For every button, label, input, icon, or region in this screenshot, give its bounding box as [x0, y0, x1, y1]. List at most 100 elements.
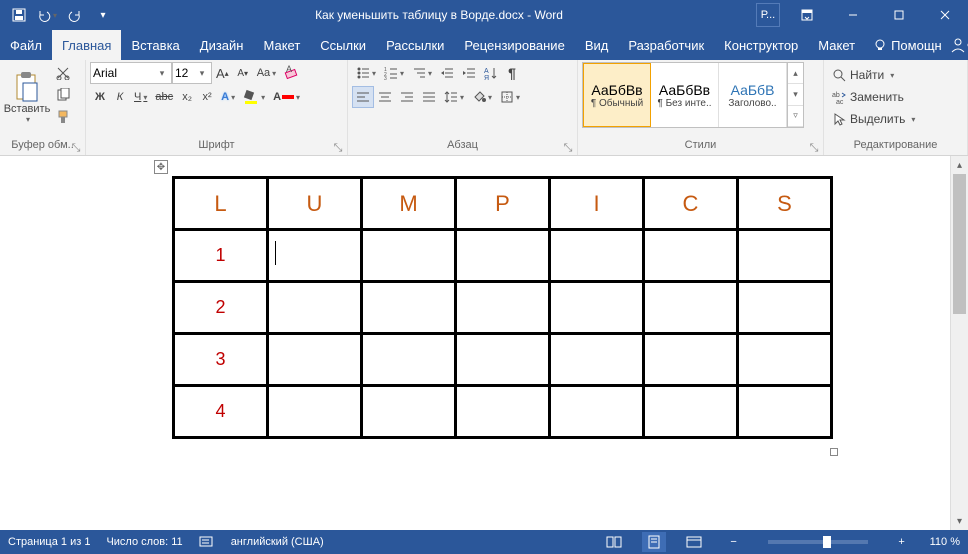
format-painter-button[interactable] — [52, 106, 74, 128]
table-cell[interactable] — [362, 230, 456, 282]
close-button[interactable] — [922, 0, 968, 30]
table-cell[interactable] — [456, 230, 550, 282]
maximize-button[interactable] — [876, 0, 922, 30]
style-heading1[interactable]: АаБбВЗаголово.. — [719, 63, 787, 127]
status-page[interactable]: Страница 1 из 1 — [8, 536, 90, 548]
table-cell[interactable] — [644, 230, 738, 282]
find-button[interactable]: Найти▾ — [828, 64, 928, 86]
superscript-button[interactable]: x² — [197, 86, 217, 108]
tab-home[interactable]: Главная — [52, 30, 121, 60]
borders-button[interactable]: ▾ — [496, 86, 524, 108]
table-cell[interactable] — [268, 386, 362, 438]
grow-font-button[interactable]: A▴ — [212, 62, 233, 84]
clear-formatting-button[interactable]: A — [280, 62, 304, 84]
show-marks-button[interactable]: ¶ — [502, 62, 522, 84]
styles-gallery[interactable]: АаБбВв¶ Обычный АаБбВв¶ Без инте.. АаБбВ… — [582, 62, 804, 128]
ribbon-display-button[interactable] — [784, 0, 830, 30]
table-cell[interactable]: I — [550, 178, 644, 230]
style-normal[interactable]: АаБбВв¶ Обычный — [583, 63, 651, 127]
shading-button[interactable]: ▾ — [468, 86, 496, 108]
tab-layout[interactable]: Макет — [253, 30, 310, 60]
table-cell[interactable]: C — [644, 178, 738, 230]
document-page[interactable]: ✥ L U M P I C S 1 2 3 4 — [0, 156, 950, 530]
tab-file[interactable]: Файл — [0, 30, 52, 60]
table-cell[interactable] — [456, 386, 550, 438]
zoom-thumb[interactable] — [823, 536, 831, 548]
status-word-count[interactable]: Число слов: 11 — [106, 536, 182, 548]
font-dialog-launcher[interactable]: ⤡ — [331, 141, 345, 155]
line-spacing-button[interactable]: ▾ — [440, 86, 468, 108]
web-layout-button[interactable] — [682, 532, 706, 552]
tab-review[interactable]: Рецензирование — [454, 30, 574, 60]
table-cell[interactable]: 2 — [174, 282, 268, 334]
table-cell[interactable] — [644, 386, 738, 438]
table-cell[interactable] — [362, 386, 456, 438]
styles-expand[interactable]: ▿ — [788, 106, 803, 127]
undo-button[interactable]: ▾ — [34, 2, 60, 28]
align-center-button[interactable] — [374, 86, 396, 108]
table-cell[interactable]: 3 — [174, 334, 268, 386]
table-cell[interactable]: 4 — [174, 386, 268, 438]
table-cell[interactable]: S — [738, 178, 832, 230]
table-cell[interactable] — [644, 334, 738, 386]
table-cell[interactable]: U — [268, 178, 362, 230]
select-button[interactable]: Выделить▾ — [828, 108, 928, 130]
underline-button[interactable]: Ч▾ — [130, 86, 151, 108]
table-cell[interactable] — [738, 230, 832, 282]
scroll-up-button[interactable]: ▴ — [951, 156, 968, 174]
paragraph-dialog-launcher[interactable]: ⤡ — [561, 141, 575, 155]
table-row[interactable]: 3 — [174, 334, 832, 386]
tab-view[interactable]: Вид — [575, 30, 619, 60]
sort-button[interactable]: AЯ — [480, 62, 502, 84]
tab-design[interactable]: Дизайн — [190, 30, 254, 60]
vertical-scrollbar[interactable]: ▴ ▾ — [950, 156, 968, 530]
styles-scroll-down[interactable]: ▾ — [788, 84, 803, 105]
table-cell[interactable] — [456, 334, 550, 386]
read-mode-button[interactable] — [602, 532, 626, 552]
qat-customize-button[interactable]: ▾ — [90, 2, 116, 28]
zoom-in-button[interactable]: + — [890, 532, 914, 552]
table-cell[interactable] — [644, 282, 738, 334]
tab-table-layout[interactable]: Макет — [808, 30, 865, 60]
increase-indent-button[interactable] — [458, 62, 480, 84]
tab-mailings[interactable]: Рассылки — [376, 30, 454, 60]
table-cell[interactable] — [550, 334, 644, 386]
table-row[interactable]: 2 — [174, 282, 832, 334]
table-cell[interactable] — [550, 282, 644, 334]
font-size-combo[interactable]: 12▾ — [172, 62, 212, 84]
font-name-combo[interactable]: Arial▾ — [90, 62, 172, 84]
scroll-track[interactable] — [951, 174, 968, 512]
table-cell[interactable] — [362, 334, 456, 386]
status-language[interactable]: английский (США) — [231, 536, 324, 548]
save-button[interactable] — [6, 2, 32, 28]
table-cell[interactable]: M — [362, 178, 456, 230]
table-cell[interactable]: P — [456, 178, 550, 230]
tab-developer[interactable]: Разработчик — [618, 30, 714, 60]
numbering-button[interactable]: 123▾ — [380, 62, 408, 84]
tell-me-search[interactable]: Помощн — [865, 38, 950, 53]
decrease-indent-button[interactable] — [436, 62, 458, 84]
clipboard-dialog-launcher[interactable]: ⤡ — [69, 141, 83, 155]
text-effects-button[interactable]: A▾ — [217, 86, 239, 108]
italic-button[interactable]: К — [110, 86, 130, 108]
styles-dialog-launcher[interactable]: ⤡ — [807, 141, 821, 155]
paste-button[interactable]: Вставить ▾ — [4, 62, 50, 132]
table-cell[interactable] — [738, 334, 832, 386]
table-cell[interactable] — [268, 230, 362, 282]
change-case-button[interactable]: Aa▾ — [253, 62, 280, 84]
table-move-handle[interactable]: ✥ — [154, 160, 168, 174]
style-no-spacing[interactable]: АаБбВв¶ Без инте.. — [651, 63, 719, 127]
highlight-button[interactable]: ▾ — [239, 86, 269, 108]
table-cell[interactable] — [268, 282, 362, 334]
tab-insert[interactable]: Вставка — [121, 30, 189, 60]
bold-button[interactable]: Ж — [90, 86, 110, 108]
tab-table-design[interactable]: Конструктор — [714, 30, 808, 60]
table-cell[interactable] — [550, 230, 644, 282]
font-color-button[interactable]: A▾ — [269, 86, 304, 108]
status-proofing[interactable] — [199, 535, 215, 549]
subscript-button[interactable]: x₂ — [177, 86, 197, 108]
table-row[interactable]: 1 — [174, 230, 832, 282]
table-cell[interactable] — [362, 282, 456, 334]
cut-button[interactable] — [52, 62, 74, 84]
account-icon[interactable] — [950, 30, 966, 60]
